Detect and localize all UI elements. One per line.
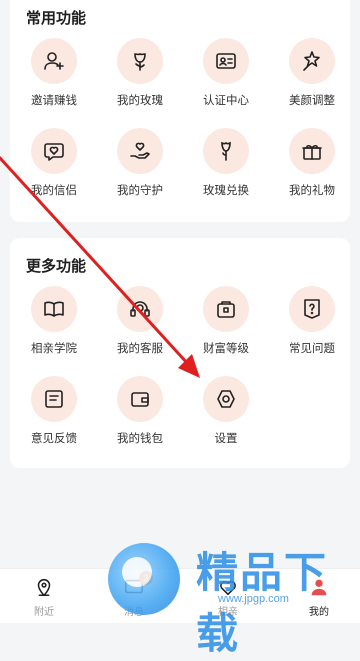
common-functions-card: 常用功能 邀请赚钱 我的玫瑰 认证中心 美颜调整 我的信侣 我的守护 玫瑰兑换 … [10, 0, 350, 222]
headset-icon [117, 286, 163, 332]
tab-nearby[interactable]: 附近 [14, 575, 74, 618]
rose-icon [117, 38, 163, 84]
tab-dating[interactable]: 相亲 [198, 575, 258, 618]
more-functions-card: 更多功能 相亲学院 我的客服 财富等级 常见问题 意见反馈 我的钱包 设置 [10, 238, 350, 468]
grid-item-faq[interactable]: 常见问题 [274, 286, 350, 362]
grid-item-customer-service[interactable]: 我的客服 [102, 286, 178, 362]
book-icon [31, 286, 77, 332]
message-icon: 3 [104, 571, 164, 599]
grid-item-my-couple[interactable]: 我的信侣 [16, 128, 92, 204]
grid-item-my-gifts[interactable]: 我的礼物 [274, 128, 350, 204]
grid-item-dating-academy[interactable]: 相亲学院 [16, 286, 92, 362]
grid-item-label: 美颜调整 [289, 95, 335, 107]
tab-label: 附近 [34, 607, 54, 618]
wallet-icon [117, 376, 163, 422]
bottom-tab-bar: 附近 3 消息 相亲 我的 [0, 568, 360, 623]
grid-item-settings[interactable]: 设置 [188, 376, 264, 452]
tab-label: 消息 [124, 607, 144, 618]
grid-item-label: 我的客服 [117, 343, 163, 355]
grid-item-label: 我的守护 [117, 185, 163, 197]
wealth-icon [203, 286, 249, 332]
id-card-icon [203, 38, 249, 84]
message-badge: 3 [139, 571, 153, 585]
tab-messages[interactable]: 3 消息 [104, 571, 164, 618]
grid-item-verification[interactable]: 认证中心 [188, 38, 264, 114]
grid-item-label: 我的礼物 [289, 185, 335, 197]
tab-label: 相亲 [218, 607, 238, 618]
rose-exchange-icon [203, 128, 249, 174]
grid-item-label: 我的玫瑰 [117, 95, 163, 107]
grid-item-label: 财富等级 [203, 343, 249, 355]
settings-icon [203, 376, 249, 422]
location-icon [14, 575, 74, 599]
grid-item-wealth-level[interactable]: 财富等级 [188, 286, 264, 362]
grid-item-label: 常见问题 [289, 343, 335, 355]
magic-star-icon [289, 38, 335, 84]
grid-item-rose-exchange[interactable]: 玫瑰兑换 [188, 128, 264, 204]
heart-chat-icon [31, 128, 77, 174]
grid-item-wallet[interactable]: 我的钱包 [102, 376, 178, 452]
grid-item-feedback[interactable]: 意见反馈 [16, 376, 92, 452]
tab-label: 我的 [309, 607, 329, 618]
more-functions-title: 更多功能 [26, 258, 87, 275]
add-user-icon [31, 38, 77, 84]
feedback-icon [31, 376, 77, 422]
grid-item-label: 相亲学院 [31, 343, 77, 355]
question-icon [289, 286, 335, 332]
grid-item-label: 意见反馈 [31, 433, 77, 445]
grid-item-invite[interactable]: 邀请赚钱 [16, 38, 92, 114]
grid-item-label: 邀请赚钱 [31, 95, 77, 107]
grid-item-label: 认证中心 [203, 95, 249, 107]
gift-icon [289, 128, 335, 174]
common-functions-title: 常用功能 [26, 10, 87, 27]
grid-item-my-guardian[interactable]: 我的守护 [102, 128, 178, 204]
grid-item-label: 设置 [214, 433, 238, 445]
grid-item-label: 我的钱包 [117, 433, 163, 445]
hand-heart-icon [117, 128, 163, 174]
grid-item-label: 玫瑰兑换 [203, 185, 249, 197]
profile-icon [289, 575, 349, 599]
tab-me[interactable]: 我的 [289, 575, 349, 618]
grid-item-label: 我的信侣 [31, 185, 77, 197]
heart-icon [198, 575, 258, 599]
grid-item-beauty[interactable]: 美颜调整 [274, 38, 350, 114]
grid-item-my-roses[interactable]: 我的玫瑰 [102, 38, 178, 114]
